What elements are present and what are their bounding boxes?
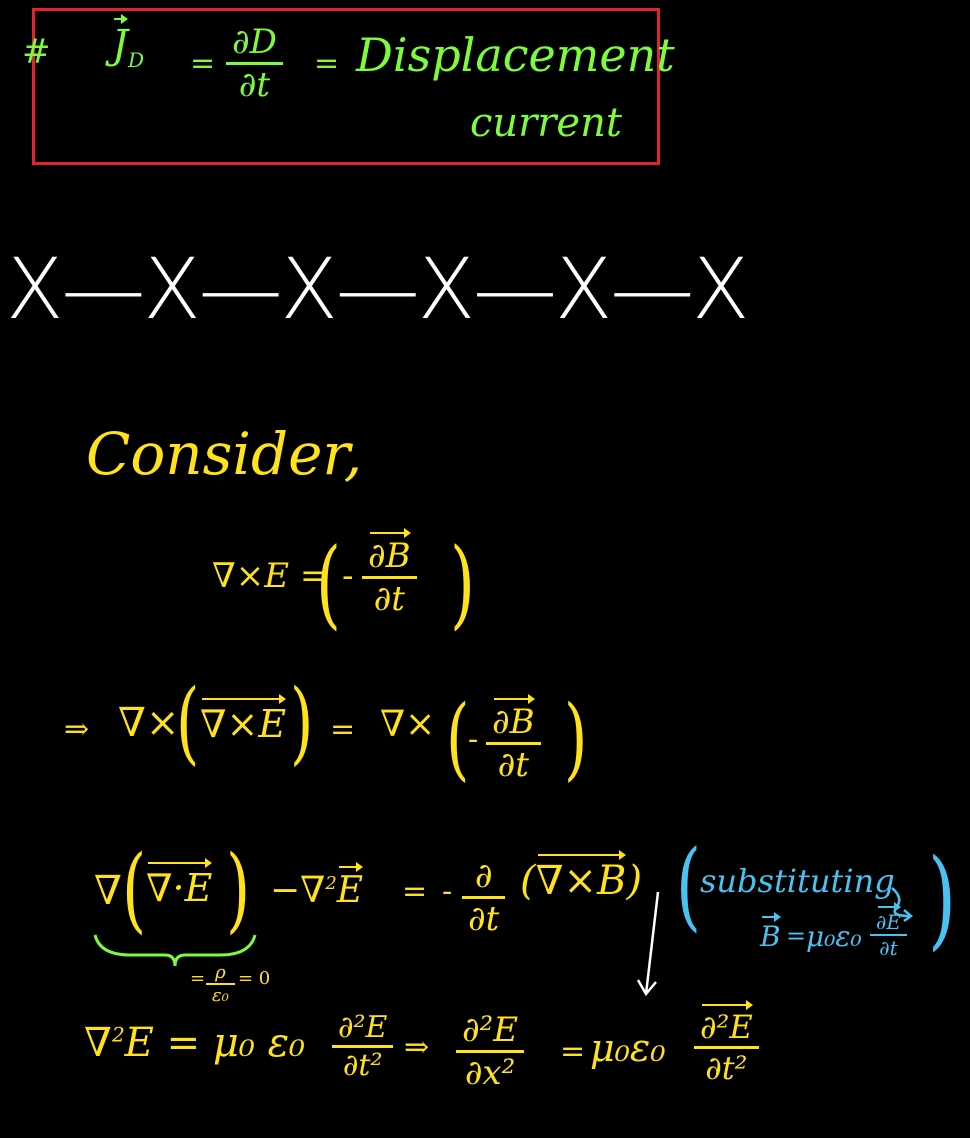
eq4-fraction-c: ∂²E ∂t²	[694, 1000, 759, 1087]
note-open-paren: (	[676, 831, 701, 943]
under-equals: =	[190, 968, 206, 989]
hash-symbol: #	[22, 32, 51, 72]
divider-dash: —	[335, 240, 418, 338]
eq2-rhs-open-paren: (	[446, 686, 470, 792]
equals-1: =	[190, 46, 216, 81]
eq2-numerator: ∂B	[492, 694, 535, 742]
eq3-grad: ∇	[94, 868, 122, 914]
eq1-close-paren: )	[450, 529, 475, 641]
note-denominator: ∂t	[879, 936, 898, 960]
divider-mark: X	[6, 240, 62, 338]
eq4-fraction-b: ∂²E ∂x²	[456, 1010, 525, 1093]
lhs-subscript: D	[128, 48, 145, 72]
heading-consider: Consider,	[86, 420, 363, 488]
eq2-denominator: ∂t	[497, 745, 529, 785]
divider-mark: X	[417, 240, 473, 338]
note-equals: =	[786, 922, 807, 950]
eq2-close-paren: )	[290, 670, 314, 776]
note-mu-eps: μ₀ε₀	[806, 920, 862, 953]
note-B-vector: B	[760, 912, 781, 953]
eq1-fraction: ∂B ∂t	[362, 528, 417, 619]
down-arrow-icon	[636, 891, 660, 997]
eq4-numerator-a: ∂²E	[338, 1010, 388, 1045]
section-divider: X—X—X—X—X—X	[6, 240, 752, 338]
eq4-implies: ⇒	[404, 1030, 430, 1065]
eq1-denominator: ∂t	[373, 579, 405, 619]
eq3-div-E: ∇·E	[146, 858, 213, 910]
eq3-fraction: ∂ ∂t	[462, 856, 506, 939]
divider-mark: X	[143, 240, 199, 338]
eq3-laplacian: −∇2E	[270, 862, 364, 911]
label-displacement: Displacement	[356, 28, 675, 82]
label-current: current	[470, 100, 622, 146]
dD-dt-fraction: ∂D ∂t	[226, 22, 283, 105]
eq4-denominator-b: ∂x²	[464, 1053, 516, 1093]
eq4-fraction-a: ∂²E ∂t²	[332, 1010, 394, 1083]
dD-numerator: ∂D	[232, 22, 277, 62]
eq4-numerator-b: ∂²E	[462, 1010, 519, 1050]
eq4-denominator-a: ∂t²	[342, 1048, 383, 1083]
eq1-numerator: ∂B	[368, 528, 411, 576]
eq4-equals: =	[560, 1034, 586, 1069]
eq3-close-paren: )	[226, 833, 251, 944]
eq2-fraction: ∂B ∂t	[486, 694, 541, 785]
eq3-open-paren: (	[122, 833, 147, 944]
eq2-implies: ⇒	[64, 712, 90, 747]
eq2-minus: -	[468, 722, 479, 757]
eq3-curl-B: (∇×B)	[520, 850, 643, 904]
eq4-numerator-c: ∂²E	[700, 1000, 753, 1046]
divider-mark: X	[280, 240, 336, 338]
boxed-equation: JD	[112, 14, 145, 72]
eq2-lhs-curl: ∇×	[118, 700, 180, 746]
note-numerator: ∂E	[876, 902, 901, 934]
divider-dash: —	[198, 240, 281, 338]
eq1-open-paren: (	[316, 529, 341, 641]
divider-dash: —	[472, 240, 555, 338]
eq2-equals: =	[330, 712, 356, 747]
eq2-rhs-close-paren: )	[564, 686, 588, 792]
eq4-mu-eps: μ₀ε₀	[590, 1026, 666, 1070]
dt-denominator: ∂t	[238, 65, 271, 105]
note-fraction: ∂E ∂t	[870, 902, 907, 960]
rho-over-eps0: ρ ε₀	[206, 962, 235, 1006]
rho-numerator: ρ	[215, 962, 226, 983]
note-close-paren: )	[928, 835, 957, 961]
divider-dash: —	[610, 240, 693, 338]
j-d-vector: J	[112, 14, 129, 68]
eq3-equals: =	[402, 874, 428, 909]
eq3-minus: -	[442, 874, 453, 909]
divider-dash: —	[61, 240, 144, 338]
eq2-open-paren: (	[176, 670, 200, 776]
eq2-inner-curl-E: ∇×E	[200, 694, 287, 746]
eq2-rhs-curl: ∇×	[380, 704, 436, 745]
note-substituting: substituting	[700, 862, 895, 900]
eq3-numerator: ∂	[474, 856, 493, 896]
under-zero: = 0	[238, 968, 271, 989]
eq1-lhs: ∇×E =	[212, 556, 329, 596]
divider-mark: X	[554, 240, 611, 338]
eps0-denominator: ε₀	[212, 985, 229, 1006]
eq3-denominator: ∂t	[468, 899, 500, 939]
equals-2: =	[314, 46, 340, 81]
eq4-denominator-c: ∂t²	[705, 1049, 748, 1087]
eq4-lhs: ∇2E = μ₀ ε₀	[84, 1020, 306, 1066]
divider-mark: X	[692, 240, 752, 338]
eq1-minus: -	[342, 556, 354, 596]
